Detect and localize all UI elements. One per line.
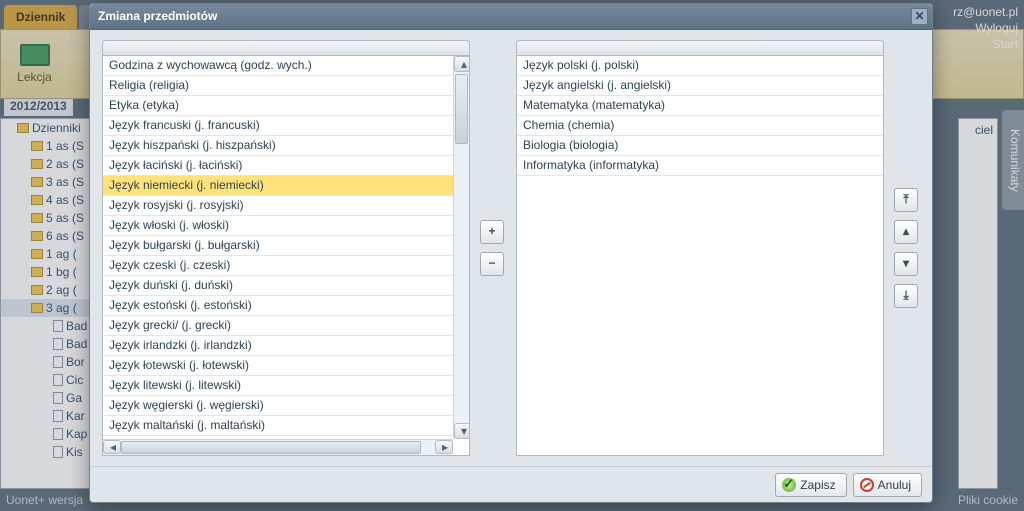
list-item[interactable]: Język francuski (j. francuski) <box>103 116 453 136</box>
vertical-scrollbar[interactable]: ▴ ▾ <box>453 56 469 439</box>
modal-title: Zmiana przedmiotów <box>98 9 217 23</box>
list-item[interactable]: Język polski (j. polski) <box>517 56 883 76</box>
list-item[interactable]: Język rosyjski (j. rosyjski) <box>103 196 453 216</box>
move-bottom-button[interactable] <box>894 284 918 308</box>
right-list-header <box>516 40 884 55</box>
remove-button[interactable] <box>480 252 504 276</box>
modal-zmiana-przedmiotow: Zmiana przedmiotów ✕ Godzina z wychowawc… <box>89 3 933 503</box>
list-item[interactable]: Język bułgarski (j. bułgarski) <box>103 236 453 256</box>
list-item[interactable]: Etyka (etyka) <box>103 96 453 116</box>
list-item[interactable]: Język hiszpański (j. hiszpański) <box>103 136 453 156</box>
move-top-button[interactable] <box>894 188 918 212</box>
close-icon[interactable]: ✕ <box>911 8 928 25</box>
list-item[interactable]: Chemia (chemia) <box>517 116 883 136</box>
list-item[interactable]: Język litewski (j. litewski) <box>103 376 453 396</box>
move-down-button[interactable] <box>894 252 918 276</box>
scroll-up-icon[interactable]: ▴ <box>454 56 470 72</box>
list-item[interactable]: Język angielski (j. angielski) <box>517 76 883 96</box>
list-item[interactable]: Język niemiecki (j. niemiecki) <box>103 176 453 196</box>
move-up-button[interactable] <box>894 220 918 244</box>
list-item[interactable]: Język włoski (j. włoski) <box>103 216 453 236</box>
left-list-header <box>102 40 470 55</box>
list-item[interactable]: Informatyka (informatyka) <box>517 156 883 176</box>
list-item[interactable]: Język maltański (j. maltański) <box>103 416 453 436</box>
cancel-button[interactable]: Anuluj <box>853 473 922 497</box>
list-item[interactable]: Język estoński (j. estoński) <box>103 296 453 316</box>
list-item[interactable]: Język grecki/ (j. grecki) <box>103 316 453 336</box>
add-button[interactable] <box>480 220 504 244</box>
list-item[interactable]: Język łotewski (j. łotewski) <box>103 356 453 376</box>
scroll-right-icon[interactable]: ▸ <box>435 440 453 454</box>
list-item[interactable]: Język irlandzki (j. irlandzki) <box>103 336 453 356</box>
list-item[interactable]: Matematyka (matematyka) <box>517 96 883 116</box>
cancel-icon <box>860 478 874 492</box>
list-item[interactable]: Język łaciński (j. łaciński) <box>103 156 453 176</box>
scroll-down-icon[interactable]: ▾ <box>454 423 470 439</box>
selected-subjects-list[interactable]: Język polski (j. polski)Język angielski … <box>516 55 884 456</box>
list-item[interactable]: Język czeski (j. czeski) <box>103 256 453 276</box>
list-item[interactable]: Język węgierski (j. węgierski) <box>103 396 453 416</box>
list-item[interactable]: Biologia (biologia) <box>517 136 883 156</box>
save-button[interactable]: Zapisz <box>775 473 846 497</box>
list-item[interactable]: Religia (religia) <box>103 76 453 96</box>
check-icon <box>782 478 796 492</box>
scroll-thumb[interactable] <box>455 74 468 144</box>
scroll-left-icon[interactable]: ◂ <box>103 440 121 454</box>
list-item[interactable]: Godzina z wychowawcą (godz. wych.) <box>103 56 453 76</box>
available-subjects-list[interactable]: Godzina z wychowawcą (godz. wych.)Religi… <box>102 55 470 456</box>
list-item[interactable]: Język duński (j. duński) <box>103 276 453 296</box>
hscroll-thumb[interactable] <box>121 441 421 454</box>
horizontal-scrollbar[interactable]: ◂ ▸ <box>103 439 453 455</box>
